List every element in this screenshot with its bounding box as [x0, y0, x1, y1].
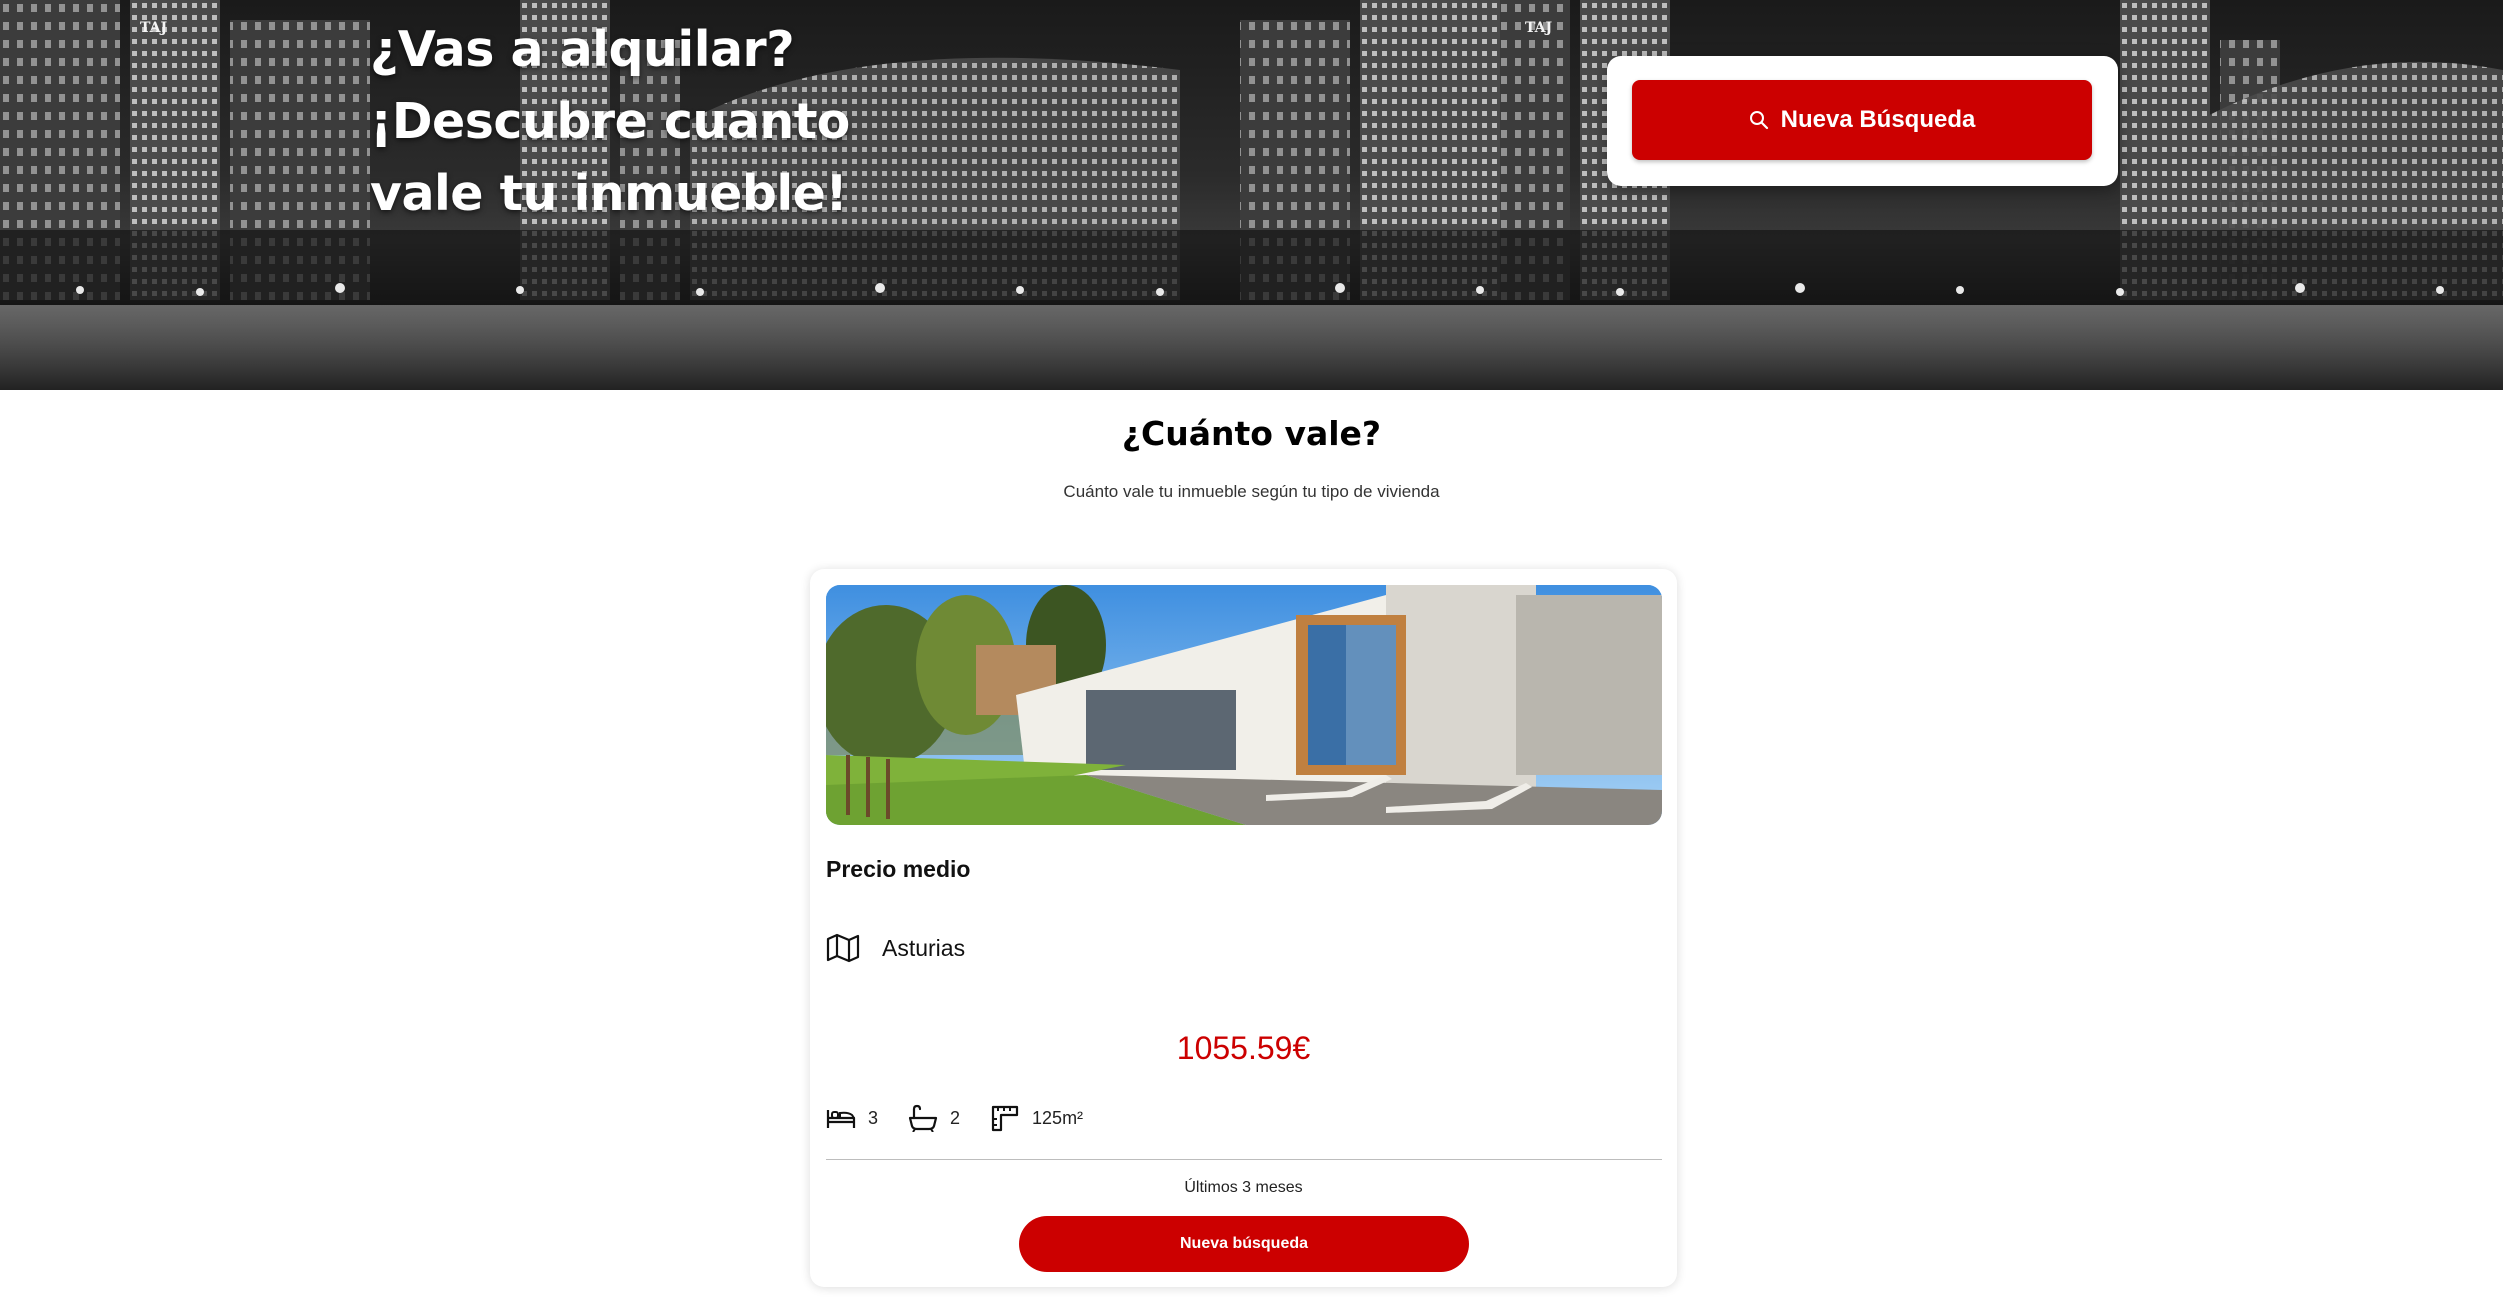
building-sign-right: TAJ	[1525, 20, 1553, 36]
feature-bathrooms: 2	[908, 1104, 960, 1132]
hero-title-line: vale tu inmueble!	[370, 165, 848, 222]
section-subtitle: Cuánto vale tu inmueble según tu tipo de…	[1063, 482, 1440, 501]
hero-title-line: ¿Vas a alquilar?	[370, 21, 795, 78]
bed-icon	[826, 1110, 856, 1128]
area-value: 125m²	[1032, 1107, 1084, 1128]
bedrooms-count: 3	[868, 1107, 879, 1128]
bathrooms-count: 2	[950, 1107, 961, 1128]
price-result-card: Precio medio Asturias 1055.59€ 3 2 125m²…	[810, 569, 1677, 1287]
feature-bedrooms: 3	[826, 1104, 878, 1132]
card-divider	[826, 1159, 1662, 1160]
location-text: Asturias	[882, 934, 966, 961]
search-icon	[1749, 111, 1768, 130]
area-icon	[991, 1105, 1019, 1132]
hero-title: ¿Vas a alquilar? ¡Descubre cuanto vale t…	[370, 14, 890, 230]
modern-house-photo	[826, 585, 1662, 825]
average-price-label: Precio medio	[826, 856, 971, 882]
map-icon	[826, 933, 860, 963]
feature-area: 125m²	[990, 1104, 1083, 1132]
property-photo	[826, 585, 1662, 825]
new-search-button-label: Nueva Búsqueda	[1780, 106, 1976, 133]
average-price-value: 1055.59€	[1176, 1030, 1311, 1066]
location-row: Asturias	[826, 933, 965, 963]
search-card: Nueva Búsqueda	[1607, 56, 2118, 186]
section-title: ¿Cuánto vale?	[1121, 414, 1382, 453]
building-sign-left: TAJ	[140, 20, 168, 36]
hero-title-line: ¡Descubre cuanto	[370, 93, 850, 150]
period-text: Últimos 3 meses	[1184, 1179, 1303, 1196]
new-search-button[interactable]: Nueva Búsqueda	[1632, 80, 2092, 160]
hero-banner: TAJ TAJ ¿Vas a alquilar? ¡Descubre cuant…	[0, 0, 2503, 390]
new-search-card-button[interactable]: Nueva búsqueda	[1019, 1216, 1469, 1272]
bath-icon	[908, 1104, 938, 1132]
features-row: 3 2 125m²	[826, 1104, 1113, 1132]
